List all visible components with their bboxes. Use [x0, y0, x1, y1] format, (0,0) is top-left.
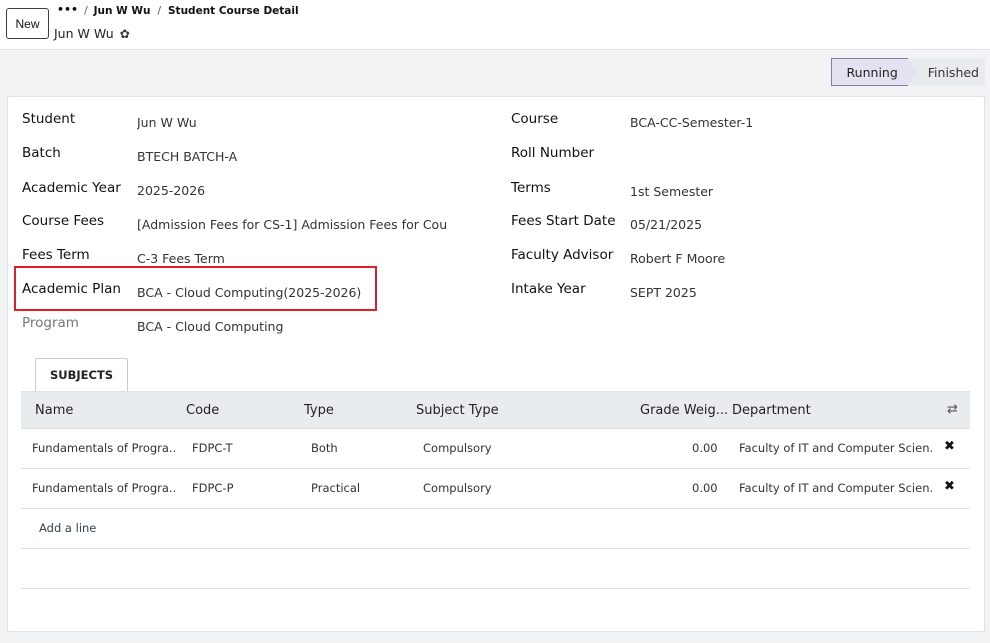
breadcrumb-separator: /: [84, 4, 88, 17]
fees-start-date-field[interactable]: 05/21/2025: [630, 217, 702, 232]
column-name[interactable]: Name: [35, 403, 73, 418]
breadcrumb-current: Student Course Detail: [168, 4, 299, 17]
program-field: BCA - Cloud Computing: [137, 319, 284, 334]
cell-department: Faculty of IT and Computer Scien...: [739, 441, 934, 455]
cell-code: FDPC-P: [192, 481, 234, 495]
cell-department: Faculty of IT and Computer Scien...: [739, 481, 934, 495]
course-fees-field[interactable]: [Admission Fees for CS-1] Admission Fees…: [137, 217, 448, 232]
cell-name: Fundamentals of Progra...: [32, 481, 177, 495]
column-code[interactable]: Code: [186, 403, 219, 418]
record-name: Jun W Wu: [54, 26, 114, 41]
cell-name: Fundamentals of Progra...: [32, 441, 177, 455]
cell-subject-type: Compulsory: [423, 481, 492, 495]
fees-term-label: Fees Term: [22, 247, 90, 263]
cell-type: Practical: [311, 481, 361, 495]
fees-term-field[interactable]: C-3 Fees Term: [137, 251, 225, 266]
course-label: Course: [511, 111, 559, 127]
column-settings-icon[interactable]: ⇄: [947, 402, 958, 417]
record-title: Jun W Wu ✿: [54, 26, 130, 41]
column-grade-weight[interactable]: Grade Weig...: [640, 403, 728, 418]
faculty-advisor-field[interactable]: Robert F Moore: [630, 251, 725, 266]
terms-field[interactable]: 1st Semester: [630, 184, 713, 199]
status-bar: Running Finished: [830, 58, 985, 86]
academic-year-label: Academic Year: [22, 180, 121, 196]
academic-plan-highlight: [14, 266, 377, 311]
fees-start-date-label: Fees Start Date: [511, 213, 616, 229]
cell-grade: 0.00: [692, 481, 718, 495]
intake-year-label: Intake Year: [511, 281, 586, 297]
terms-label: Terms: [511, 180, 551, 196]
cell-code: FDPC-T: [192, 441, 233, 455]
breadcrumb: ••• / Jun W Wu / Student Course Detail: [57, 3, 299, 17]
breadcrumb-separator: /: [157, 4, 161, 17]
column-department[interactable]: Department: [732, 403, 811, 418]
student-label: Student: [22, 111, 76, 127]
gear-icon[interactable]: ✿: [120, 27, 130, 41]
table-row[interactable]: Fundamentals of Progra... FDPC-T Both Co…: [21, 429, 970, 469]
cell-grade: 0.00: [692, 441, 718, 455]
faculty-advisor-label: Faculty Advisor: [511, 247, 614, 263]
roll-number-label: Roll Number: [511, 145, 595, 161]
intake-year-field[interactable]: SEPT 2025: [630, 285, 697, 300]
add-line-link[interactable]: Add a line: [39, 521, 96, 535]
academic-year-field[interactable]: 2025-2026: [137, 183, 205, 198]
batch-field[interactable]: BTECH BATCH-A: [137, 149, 237, 164]
stage-running[interactable]: Running: [830, 58, 920, 86]
course-field[interactable]: BCA-CC-Semester-1: [630, 115, 753, 130]
delete-row-icon[interactable]: ✖: [944, 479, 955, 494]
subjects-table-header: Name Code Type Subject Type Grade Weig..…: [21, 391, 970, 429]
table-row[interactable]: Fundamentals of Progra... FDPC-P Practic…: [21, 469, 970, 509]
batch-label: Batch: [22, 145, 61, 161]
student-field[interactable]: Jun W Wu: [137, 115, 197, 130]
new-button[interactable]: New: [6, 8, 49, 39]
cell-subject-type: Compulsory: [423, 441, 492, 455]
delete-row-icon[interactable]: ✖: [944, 439, 955, 454]
empty-row: [21, 549, 970, 589]
program-label: Program: [22, 315, 79, 331]
breadcrumb-menu-icon[interactable]: •••: [57, 3, 78, 16]
cell-type: Both: [311, 441, 338, 455]
column-subject-type[interactable]: Subject Type: [416, 403, 499, 418]
breadcrumb-parent-link[interactable]: Jun W Wu: [94, 5, 151, 17]
course-fees-label: Course Fees: [22, 213, 105, 229]
add-line-row: Add a line: [21, 509, 970, 549]
stage-finished[interactable]: Finished: [907, 58, 985, 86]
control-panel: New ••• / Jun W Wu / Student Course Deta…: [0, 0, 990, 50]
column-type[interactable]: Type: [304, 403, 334, 418]
tab-subjects[interactable]: SUBJECTS: [35, 358, 128, 391]
